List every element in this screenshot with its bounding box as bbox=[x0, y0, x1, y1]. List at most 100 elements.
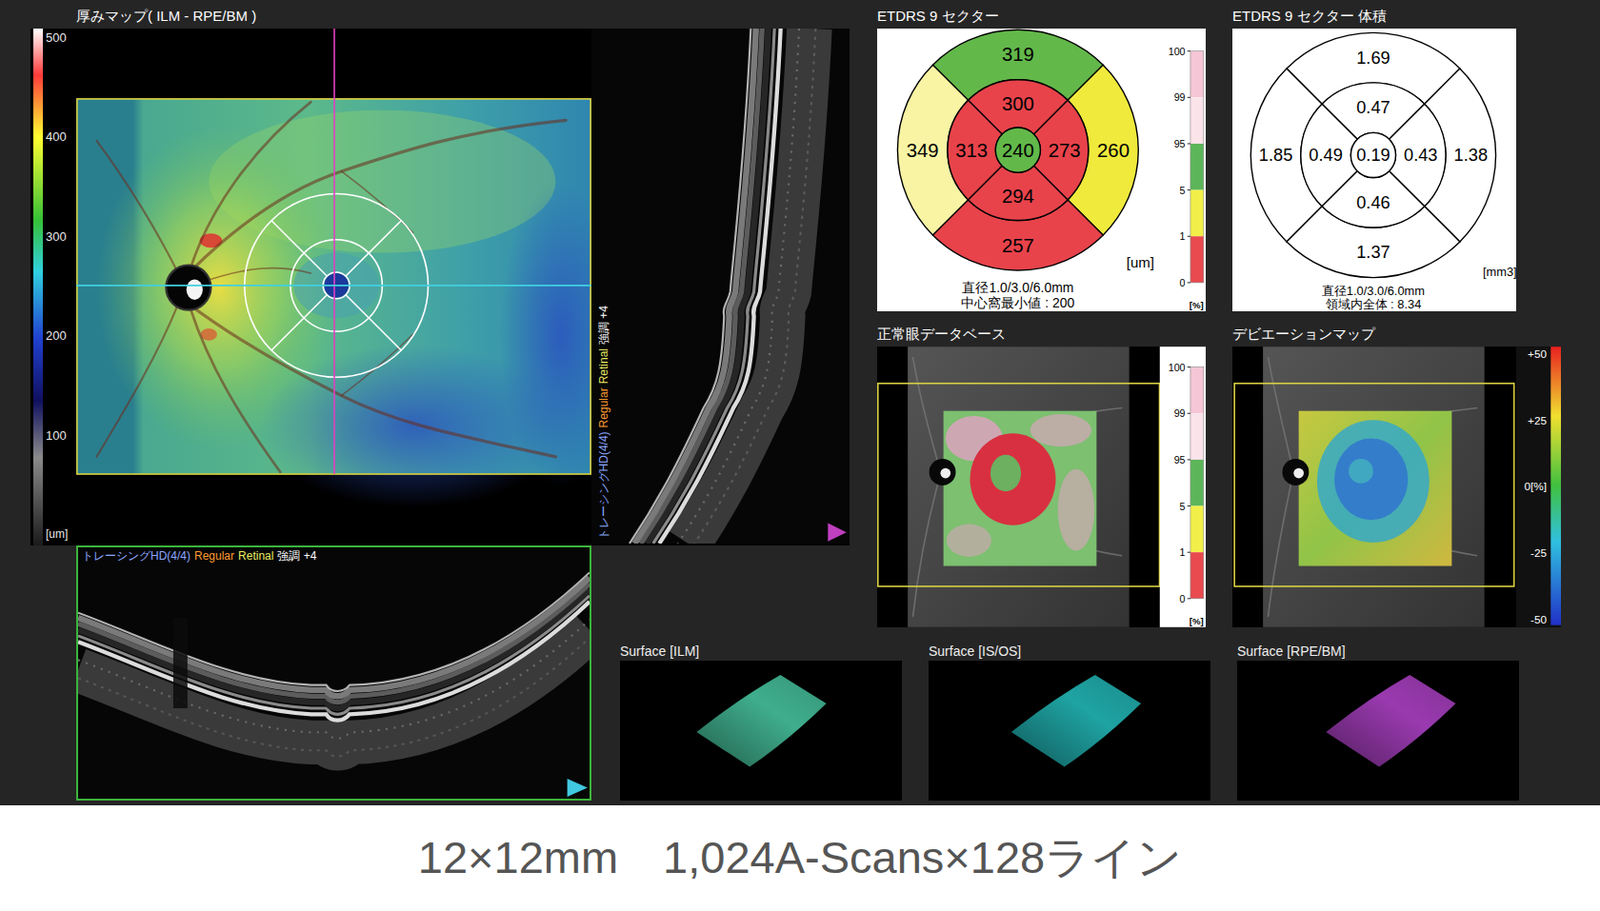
thickness-scale-bar bbox=[33, 28, 43, 546]
sector-value: 1.37 bbox=[1356, 242, 1390, 262]
thickness-map-image[interactable] bbox=[76, 28, 592, 546]
label-segment: 強調 +4 bbox=[597, 305, 611, 345]
scale-tick: 100 bbox=[45, 426, 68, 526]
scale-unit: [um] bbox=[45, 525, 68, 546]
sector-fill bbox=[1350, 132, 1396, 178]
sector-value: 273 bbox=[1048, 140, 1081, 161]
sector-value: 0.43 bbox=[1403, 145, 1438, 165]
etdrs-volume-chart: 1.691.851.381.370.470.490.430.460.19[mm3… bbox=[1232, 28, 1517, 312]
sector-value: 260 bbox=[1097, 140, 1130, 161]
sector-value: 319 bbox=[1001, 43, 1035, 65]
analysis-panels: ETDRS 9 セクター 319349260257300313273294240… bbox=[877, 0, 1600, 644]
legend-tick: 5 bbox=[1180, 500, 1186, 513]
surface-title: Surface [ILM] bbox=[620, 643, 902, 661]
surface-render[interactable] bbox=[620, 660, 902, 801]
legend-unit: [%] bbox=[1189, 616, 1204, 627]
sector-value: 1.69 bbox=[1356, 48, 1390, 68]
legend-tick: 99 bbox=[1174, 91, 1186, 103]
surface-sheet bbox=[1011, 675, 1141, 768]
legend-band bbox=[1190, 190, 1204, 238]
etdrs-chart: 319349260257300313273294240[um]直径1.0/3.0… bbox=[877, 28, 1206, 312]
etdrs-volume-panel: ETDRS 9 セクター 体積 1.691.851.381.370.470.49… bbox=[1232, 0, 1517, 312]
legend-tick: 0 bbox=[1180, 277, 1186, 289]
sector-fill bbox=[968, 165, 1069, 220]
sector-value: 0.46 bbox=[1356, 193, 1390, 213]
scan-caption: 12×12mm 1,024A-Scans×128ライン bbox=[0, 805, 1600, 911]
sector-value: 0.47 bbox=[1356, 98, 1390, 118]
legend-unit: [%] bbox=[1189, 300, 1204, 311]
legend-tick: 1 bbox=[1180, 546, 1186, 559]
label-segment: Regular bbox=[597, 387, 611, 428]
label-segment: トレーシングHD(4/4) bbox=[597, 431, 611, 540]
normal-database-map[interactable]: 1009995510[%] bbox=[877, 346, 1206, 628]
surface-render[interactable] bbox=[1237, 660, 1520, 801]
vertical-bscan[interactable]: トレーシングHD(4/4) Regular Retinal 強調 +4 bbox=[591, 28, 850, 546]
sector-fill bbox=[995, 127, 1040, 173]
legend-tick: 95 bbox=[1174, 454, 1186, 466]
scale-tick: 300 bbox=[45, 227, 68, 327]
horizontal-bscan[interactable]: トレーシングHD(4/4)RegularRetinal強調 +4 bbox=[76, 545, 592, 801]
surface-title: Surface [RPE/BM] bbox=[1237, 643, 1520, 661]
surface-sheet bbox=[1325, 675, 1456, 768]
legend-tick: 100 bbox=[1168, 361, 1186, 374]
sector-value: 313 bbox=[955, 140, 988, 161]
thickness-map[interactable] bbox=[76, 28, 592, 546]
label-segment: Retinal bbox=[597, 348, 611, 384]
deviation-map-title: デビエーションマップ bbox=[1232, 311, 1561, 347]
legend-band bbox=[1190, 97, 1204, 144]
vertical-bscan-image[interactable] bbox=[591, 28, 850, 544]
deviation-tick: +25 bbox=[1527, 414, 1547, 427]
footer-text: 中心窩最小値 : 200 bbox=[960, 295, 1075, 311]
scale-tick: 200 bbox=[45, 326, 68, 426]
deviation-tick: 0[%] bbox=[1523, 480, 1547, 493]
footer-text: 直径1.0/3.0/6.0mm bbox=[1321, 283, 1425, 299]
legend-band bbox=[1190, 506, 1204, 554]
deviation-tick: -50 bbox=[1530, 613, 1547, 626]
legend-band bbox=[1190, 143, 1204, 191]
etdrs-sector bbox=[1350, 132, 1396, 178]
legend-tick: 100 bbox=[1168, 45, 1186, 58]
thickness-scale-ticks: 500400300200100[um] bbox=[42, 28, 68, 546]
etdrs-sector bbox=[995, 127, 1040, 173]
sector-value: 349 bbox=[906, 140, 940, 161]
unit-label: [um] bbox=[1126, 254, 1155, 271]
etdrs-panel: ETDRS 9 セクター 319349260257300313273294240… bbox=[877, 0, 1206, 312]
surface-view: Surface [RPE/BM] bbox=[1237, 643, 1520, 806]
deviation-map[interactable]: +50+250[%]-25-50 bbox=[1232, 346, 1561, 628]
thickness-scale: 500400300200100[um] bbox=[30, 28, 77, 546]
surface-view: Surface [IS/OS] bbox=[928, 643, 1211, 806]
legend-band bbox=[1190, 236, 1204, 283]
surface-render[interactable] bbox=[928, 660, 1211, 801]
vertical-bscan-label: トレーシングHD(4/4) Regular Retinal 強調 +4 bbox=[597, 305, 611, 540]
etdrs-sector bbox=[1321, 171, 1425, 228]
legend-tick: 5 bbox=[1180, 184, 1186, 197]
legend-tick: 95 bbox=[1174, 138, 1186, 150]
sector-value: 0.19 bbox=[1356, 145, 1390, 165]
etdrs-title: ETDRS 9 セクター bbox=[877, 0, 1206, 29]
surface-view: Surface [ILM] bbox=[620, 643, 902, 806]
legend-tick: 99 bbox=[1174, 407, 1186, 420]
unit-label: [mm3] bbox=[1482, 264, 1517, 280]
legend-band bbox=[1190, 413, 1204, 460]
footer-text: 直径1.0/3.0/6.0mm bbox=[961, 280, 1074, 296]
label-segment: トレーシングHD(4/4) bbox=[81, 549, 191, 563]
sector-value: 240 bbox=[1001, 140, 1035, 161]
sector-value: 1.85 bbox=[1259, 145, 1293, 165]
normal-database-title: 正常眼データベース bbox=[877, 311, 1206, 347]
legend-tick: 1 bbox=[1180, 230, 1186, 242]
surface-views: Surface [ILM] Surface [IS/OS] Surface [RPE… bbox=[620, 643, 1600, 806]
label-segment: 強調 +4 bbox=[277, 549, 317, 563]
normal-database-panel: 正常眼データベース bbox=[877, 311, 1206, 628]
thickness-map-title: 厚みマップ( ILM - RPE/BM ) bbox=[76, 0, 592, 29]
surface-sheet bbox=[696, 675, 826, 768]
horizontal-bscan-image[interactable] bbox=[78, 547, 590, 800]
sector-fill bbox=[1321, 171, 1425, 228]
legend-band bbox=[1190, 552, 1204, 600]
surface-title: Surface [IS/OS] bbox=[928, 643, 1211, 661]
sector-value: 1.38 bbox=[1454, 145, 1488, 165]
sector-value: 294 bbox=[1001, 185, 1035, 207]
oct-report: 厚みマップ( ILM - RPE/BM ) 500400300200100[um… bbox=[0, 0, 1600, 806]
deviation-map-panel: デビエーションマップ bbox=[1232, 311, 1561, 628]
deviation-tick: -25 bbox=[1530, 546, 1547, 560]
legend-band bbox=[1190, 367, 1204, 415]
